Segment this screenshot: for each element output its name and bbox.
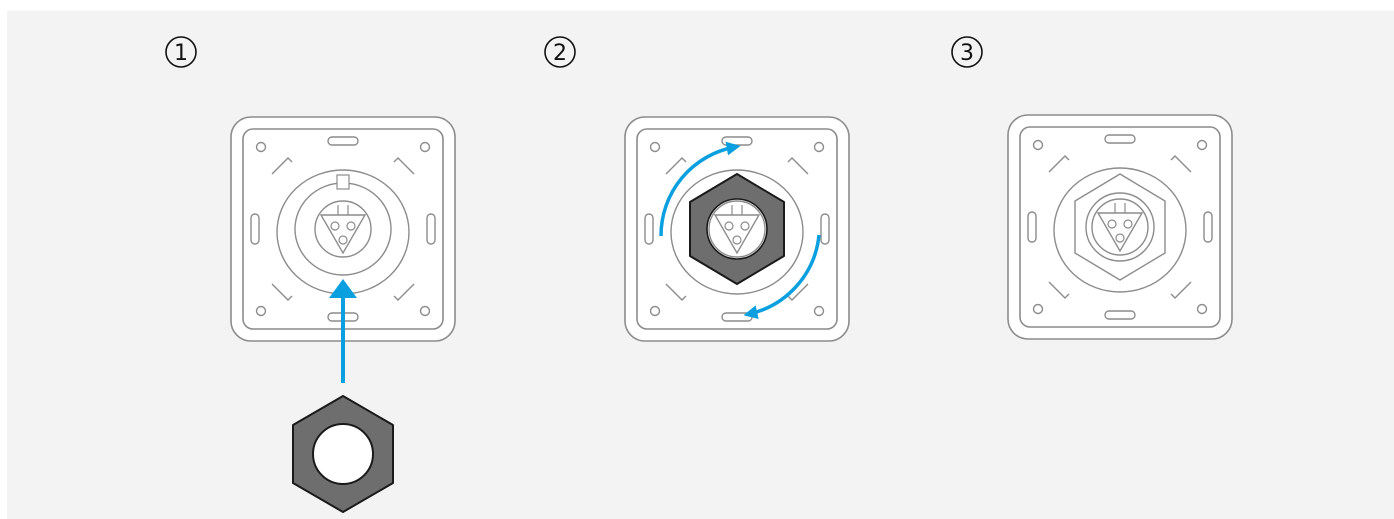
step-2-number: 2 <box>544 36 576 68</box>
diagram-canvas: 1 2 3 <box>7 11 1394 519</box>
step-1-number: 1 <box>165 36 197 68</box>
svg-text:2: 2 <box>553 41 567 66</box>
hex-nut-icon <box>292 395 394 513</box>
step-3-socket-plate <box>1007 114 1233 340</box>
svg-text:1: 1 <box>174 41 188 66</box>
step-2-socket-plate <box>624 116 850 342</box>
step-3-number: 3 <box>951 36 983 68</box>
svg-text:3: 3 <box>960 41 974 66</box>
